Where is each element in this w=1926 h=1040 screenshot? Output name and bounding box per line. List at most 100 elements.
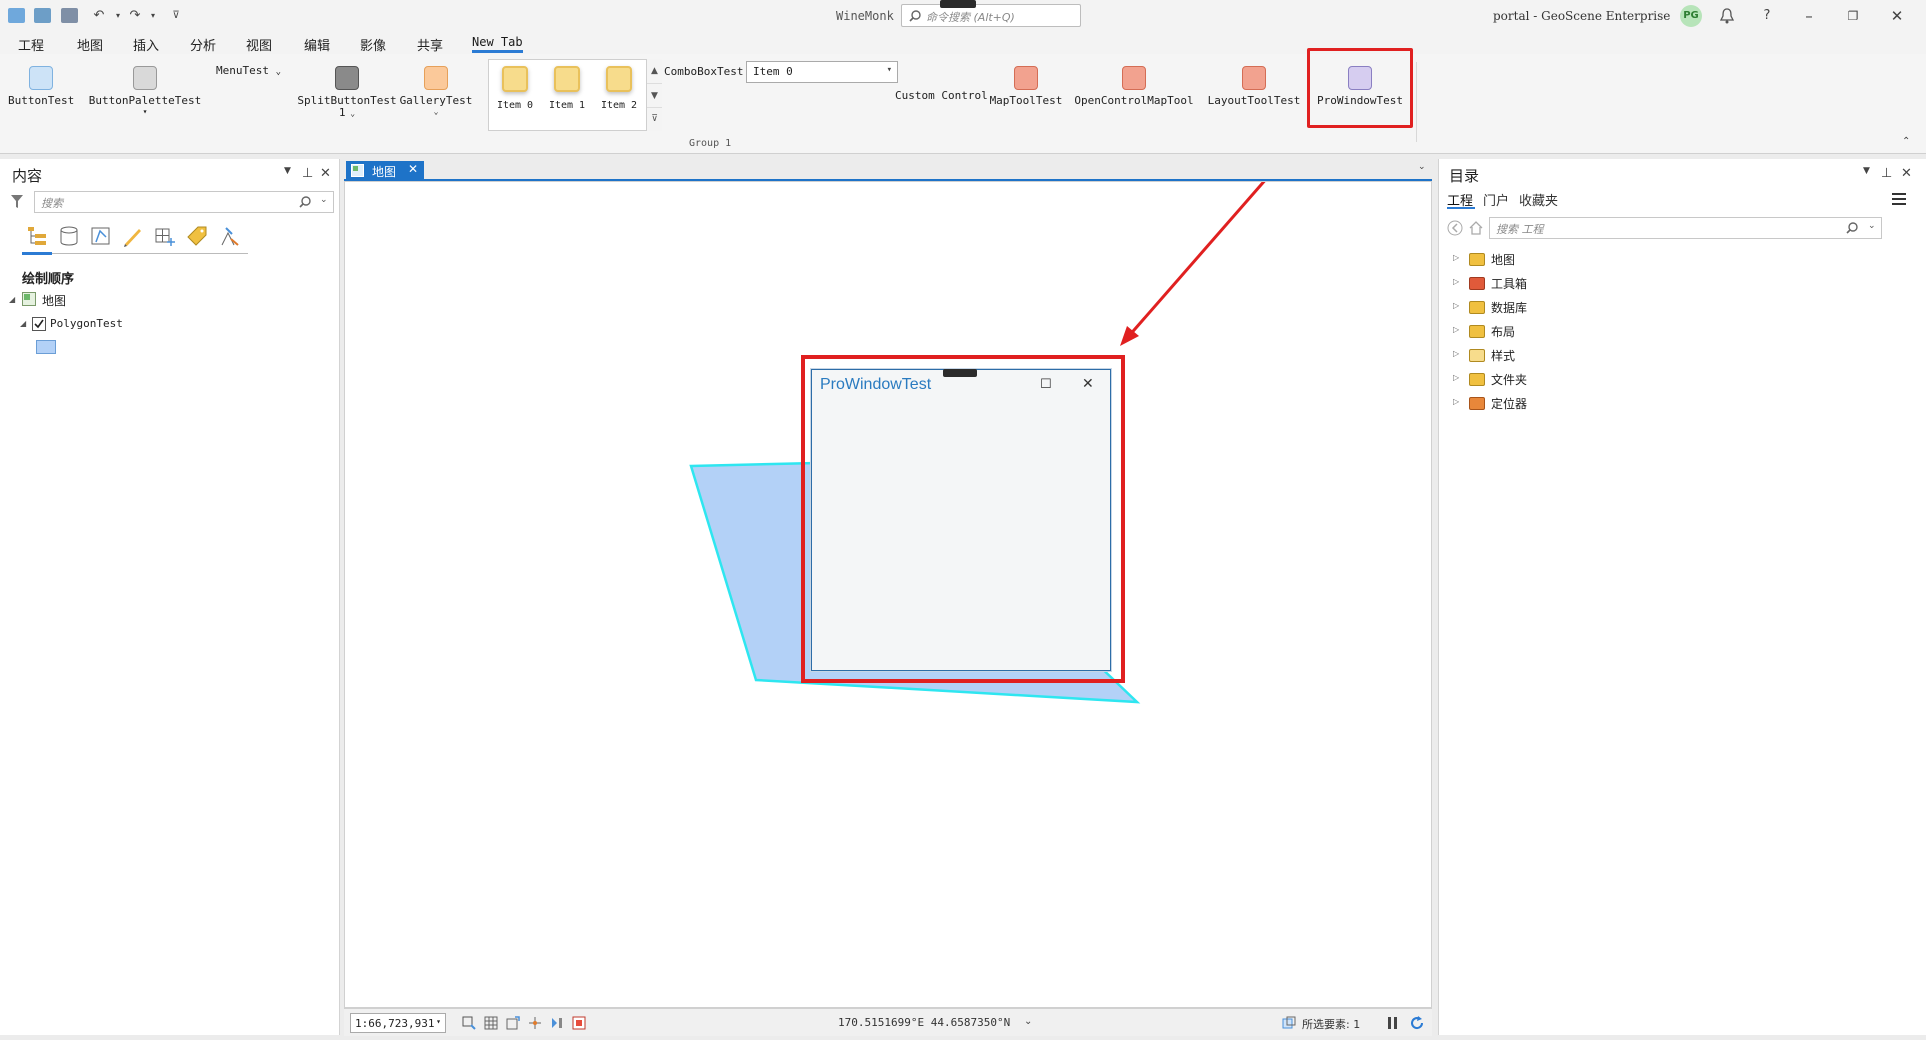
close-pane-icon[interactable]: ✕: [1901, 166, 1912, 181]
gallery-scroll-up-icon[interactable]: ▲: [647, 59, 662, 83]
pro-window-grip-handle[interactable]: [943, 369, 977, 377]
restore-icon[interactable]: ❐: [1842, 6, 1864, 26]
pane-options-chevron-icon[interactable]: ▼: [284, 166, 291, 176]
map-node-label[interactable]: 地图: [42, 292, 66, 309]
map-node-caret-icon[interactable]: ◢: [9, 295, 15, 304]
gallery-scroll-down-icon[interactable]: ▼: [647, 83, 662, 107]
search-options-chevron-icon[interactable]: ⌄: [320, 195, 328, 205]
catalog-tab-favorites[interactable]: 收藏夹: [1519, 190, 1558, 209]
layer-caret-icon[interactable]: ◢: [20, 319, 26, 328]
open-project-icon[interactable]: [34, 8, 51, 23]
selected-features-count[interactable]: 所选要素: 1: [1302, 1016, 1360, 1032]
fixed-zoom-icon[interactable]: [462, 1016, 476, 1030]
button-palette-test[interactable]: ButtonPaletteTest ▾: [88, 66, 202, 116]
grid-rotate-icon[interactable]: [506, 1016, 520, 1030]
map-tool-test[interactable]: MapToolTest: [988, 66, 1064, 107]
toolbox-folder-icon: [1469, 277, 1485, 290]
gallery-item-0[interactable]: Item 0: [493, 66, 537, 111]
scale-selector[interactable]: 1:66,723,931 ▾: [350, 1013, 446, 1033]
tab-imagery[interactable]: 影像: [360, 35, 386, 54]
tab-map[interactable]: 地图: [77, 35, 103, 54]
command-search-input[interactable]: 命令搜索 (Alt+Q): [901, 4, 1081, 27]
gallery-scrollbar[interactable]: ▲ ▼ ⊽: [646, 59, 662, 131]
customize-quick-access-icon[interactable]: ⊽: [165, 6, 187, 26]
list-by-source-icon[interactable]: [58, 225, 80, 247]
expand-caret-icon[interactable]: ▷: [1453, 373, 1459, 382]
gallery-expand-icon[interactable]: ⊽: [647, 107, 662, 129]
tab-map-view[interactable]: 地图 ✕: [346, 161, 424, 181]
minimize-icon[interactable]: –: [1798, 6, 1820, 26]
tab-share[interactable]: 共享: [417, 35, 443, 54]
menu-test[interactable]: MenuTest ⌄: [216, 64, 281, 77]
portal-label[interactable]: portal - GeoScene Enterprise: [1493, 9, 1670, 23]
gallery-item-1[interactable]: Item 1: [545, 66, 589, 111]
help-button[interactable]: ?: [1756, 6, 1778, 26]
expand-caret-icon[interactable]: ▷: [1453, 325, 1459, 334]
list-by-labeling-icon[interactable]: [186, 225, 208, 247]
contents-search-input[interactable]: 搜索 ⌄: [34, 191, 334, 213]
close-tab-icon[interactable]: ✕: [408, 162, 418, 176]
tab-edit[interactable]: 编辑: [304, 35, 330, 54]
tab-view[interactable]: 视图: [246, 35, 272, 54]
tab-list-chevron-icon[interactable]: ⌄: [1418, 162, 1426, 172]
combobox-test[interactable]: Item 0 ▾: [746, 61, 898, 83]
window-grip-handle[interactable]: [940, 0, 976, 8]
layout-tool-test[interactable]: LayoutToolTest: [1204, 66, 1304, 107]
search-icon: [299, 196, 311, 208]
close-pane-icon[interactable]: ✕: [320, 166, 331, 181]
grid-icon[interactable]: [484, 1016, 498, 1030]
expand-caret-icon[interactable]: ▷: [1453, 301, 1459, 310]
map-canvas[interactable]: ProWindowTest ☐ ✕: [344, 181, 1432, 1008]
catalog-item-label: 地图: [1491, 253, 1516, 267]
list-by-editing-icon[interactable]: [122, 225, 144, 247]
expand-caret-icon[interactable]: ▷: [1453, 277, 1459, 286]
pro-window-maximize-icon[interactable]: ☐: [1040, 377, 1052, 392]
layer-visibility-checkbox[interactable]: [32, 317, 46, 331]
tab-project[interactable]: 工程: [18, 35, 44, 54]
layer-name-label[interactable]: PolygonTest: [50, 317, 123, 330]
pin-icon[interactable]: ⊥: [302, 166, 313, 181]
pro-window-close-icon[interactable]: ✕: [1082, 376, 1094, 392]
custom-control[interactable]: Custom Control: [895, 89, 988, 102]
list-by-snapping-icon[interactable]: [154, 225, 176, 247]
close-window-icon[interactable]: ✕: [1886, 6, 1908, 26]
time-slider-icon[interactable]: [550, 1016, 564, 1030]
redo-dropdown-icon[interactable]: ▾: [142, 6, 164, 26]
new-project-icon[interactable]: [8, 8, 25, 23]
collapse-ribbon-icon[interactable]: ⌃: [1902, 136, 1910, 147]
layer-symbol-swatch[interactable]: [36, 340, 56, 354]
tab-new-tab[interactable]: New Tab: [472, 35, 523, 53]
list-by-perspective-imagery-icon[interactable]: [218, 225, 240, 247]
back-icon[interactable]: [1447, 220, 1463, 236]
pin-icon[interactable]: ⊥: [1881, 166, 1892, 181]
split-button-test[interactable]: SplitButtonTest 1 ⌄: [296, 66, 398, 119]
catalog-tab-portal[interactable]: 门户: [1483, 190, 1509, 209]
button-test[interactable]: ButtonTest: [8, 66, 74, 107]
gallery-test[interactable]: GalleryTest ⌄: [398, 66, 474, 116]
pane-options-chevron-icon[interactable]: ▼: [1863, 166, 1870, 176]
coordinate-format-chevron-icon[interactable]: ⌄: [1024, 1016, 1032, 1027]
gallery-item-2[interactable]: Item 2: [597, 66, 641, 111]
pause-drawing-icon[interactable]: [572, 1016, 586, 1030]
expand-caret-icon[interactable]: ▷: [1453, 349, 1459, 358]
catalog-search-input[interactable]: 搜索 工程 ⌄: [1489, 217, 1882, 239]
pause-icon[interactable]: [1386, 1016, 1400, 1030]
list-by-drawing-order-icon[interactable]: [26, 225, 48, 247]
hamburger-menu-icon[interactable]: [1891, 192, 1907, 206]
list-by-selection-icon[interactable]: [90, 225, 112, 247]
tab-analysis[interactable]: 分析: [190, 35, 216, 54]
home-icon[interactable]: [1469, 220, 1483, 236]
notification-bell-icon[interactable]: [1716, 6, 1738, 26]
refresh-icon[interactable]: [1410, 1016, 1424, 1030]
expand-caret-icon[interactable]: ▷: [1453, 397, 1459, 406]
split-button-chevron-icon: ⌄: [345, 109, 356, 118]
snapping-icon[interactable]: [528, 1016, 542, 1030]
drawing-order-heading: 绘制顺序: [22, 272, 75, 287]
filter-icon[interactable]: [10, 194, 24, 210]
tab-insert[interactable]: 插入: [133, 35, 159, 54]
save-project-icon[interactable]: [61, 8, 78, 23]
avatar[interactable]: PG: [1680, 5, 1702, 27]
expand-caret-icon[interactable]: ▷: [1453, 253, 1459, 262]
open-control-map-tool[interactable]: OpenControlMapTool: [1074, 66, 1194, 107]
search-options-chevron-icon[interactable]: ⌄: [1868, 221, 1876, 231]
